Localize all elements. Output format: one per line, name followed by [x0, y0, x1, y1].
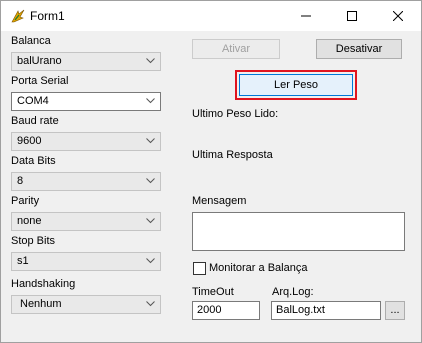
stop-bits-select[interactable]: s1 — [11, 252, 161, 271]
monitorar-label: Monitorar a Balança — [209, 262, 308, 274]
parity-label: Parity — [11, 195, 40, 207]
handshaking-label: Handshaking — [11, 278, 76, 290]
app-icon — [11, 9, 25, 23]
timeout-input[interactable]: 2000 — [192, 301, 260, 320]
window-title: Form1 — [30, 9, 65, 23]
browse-label: ... — [390, 304, 400, 316]
mensagem-label: Mensagem — [192, 195, 247, 207]
porta-serial-select[interactable]: COM4 — [11, 92, 161, 111]
parity-select[interactable]: none — [11, 212, 161, 231]
stop-bits-value: s1 — [17, 255, 29, 267]
desativar-label: Desativar — [335, 43, 383, 55]
baud-rate-label: Baud rate — [11, 115, 59, 127]
title-bar: Form1 — [1, 1, 421, 31]
maximize-icon — [347, 11, 357, 21]
client-area: Balanca balUrano Porta Serial COM4 Baud … — [1, 31, 421, 342]
porta-serial-label: Porta Serial — [11, 75, 69, 87]
arqlog-input[interactable]: BalLog.txt — [271, 301, 381, 320]
balanca-value: balUrano — [17, 55, 62, 67]
balanca-select[interactable]: balUrano — [11, 52, 161, 71]
ler-peso-label: Ler Peso — [273, 79, 319, 91]
chevron-down-icon — [146, 301, 155, 307]
ativar-button[interactable]: Ativar — [192, 39, 280, 59]
balanca-label: Balanca — [11, 35, 51, 47]
parity-value: none — [17, 215, 42, 227]
maximize-button[interactable] — [329, 1, 375, 31]
ler-peso-button[interactable]: Ler Peso — [239, 74, 353, 96]
arqlog-label: Arq.Log: — [272, 286, 314, 298]
data-bits-select[interactable]: 8 — [11, 172, 161, 191]
handshaking-select[interactable]: Nenhum — [11, 295, 161, 314]
baud-rate-value: 9600 — [17, 135, 42, 147]
chevron-down-icon — [146, 178, 155, 184]
porta-serial-value: COM4 — [17, 95, 49, 107]
chevron-down-icon — [146, 218, 155, 224]
ativar-label: Ativar — [221, 43, 251, 55]
baud-rate-select[interactable]: 9600 — [11, 132, 161, 151]
minimize-icon — [301, 15, 311, 17]
monitorar-checkbox[interactable] — [193, 262, 206, 275]
desativar-button[interactable]: Desativar — [316, 39, 402, 59]
close-icon — [393, 11, 403, 21]
minimize-button[interactable] — [283, 1, 329, 31]
chevron-down-icon — [146, 138, 155, 144]
data-bits-label: Data Bits — [11, 155, 56, 167]
timeout-label: TimeOut — [192, 286, 234, 298]
close-button[interactable] — [375, 1, 421, 31]
mensagem-textbox[interactable] — [192, 212, 405, 251]
chevron-down-icon — [146, 98, 155, 104]
stop-bits-label: Stop Bits — [11, 235, 56, 247]
browse-button[interactable]: ... — [385, 301, 405, 320]
chevron-down-icon — [146, 258, 155, 264]
ultima-resposta-label: Ultima Resposta — [192, 149, 273, 161]
handshaking-value: Nenhum — [20, 298, 62, 310]
ultimo-peso-label: Ultimo Peso Lido: — [192, 108, 279, 120]
form1-window: Form1 Balanca balUrano Porta Serial COM4… — [0, 0, 422, 343]
data-bits-value: 8 — [17, 175, 24, 187]
chevron-down-icon — [146, 58, 155, 64]
